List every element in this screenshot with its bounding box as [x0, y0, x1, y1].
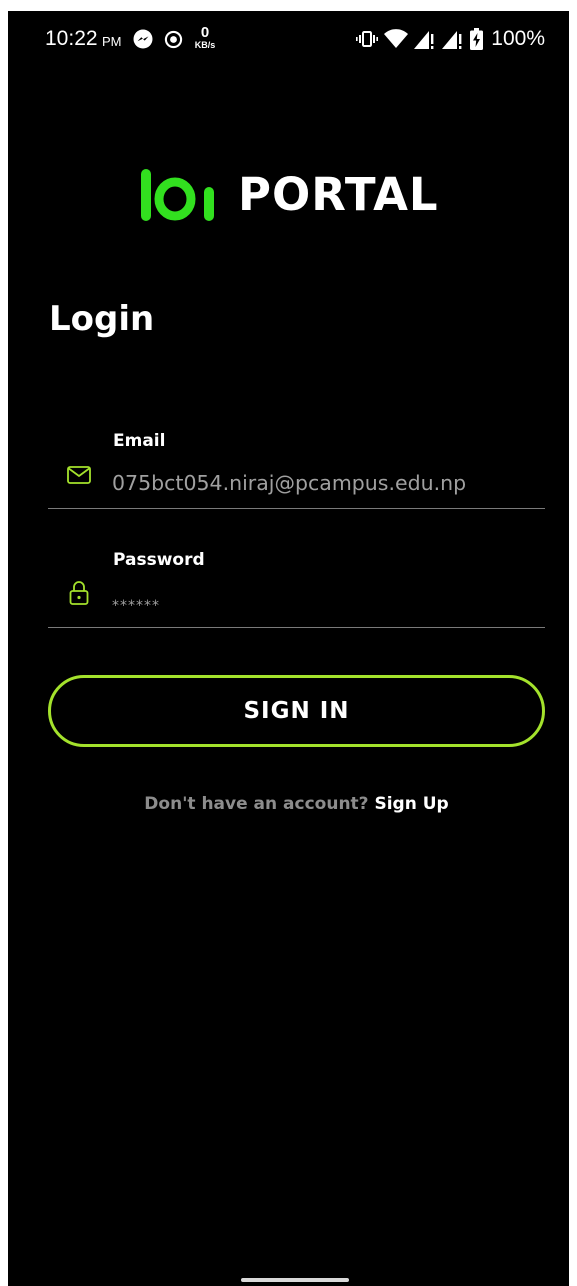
password-field: Password — [48, 543, 545, 628]
wifi-icon — [384, 29, 409, 48]
mail-icon — [67, 466, 91, 484]
battery-charging-icon — [470, 28, 484, 50]
login-screen: 10:22 PM 0 KB/s 100% PORTAL Login Email … — [8, 11, 569, 1286]
sign-in-button[interactable]: SIGN IN — [48, 675, 545, 747]
password-input[interactable] — [112, 595, 537, 617]
password-label: Password — [113, 550, 205, 570]
home-indicator[interactable] — [241, 1278, 349, 1282]
lock-icon — [69, 581, 89, 605]
signal-icon — [442, 31, 462, 49]
network-speed-unit: KB/s — [194, 40, 216, 50]
portal-logo: PORTAL — [141, 169, 439, 221]
email-input[interactable] — [112, 468, 537, 498]
sign-up-link[interactable]: Sign Up — [374, 794, 448, 814]
signup-prompt: Don't have an account? — [144, 794, 375, 814]
battery-percent: 100% — [491, 27, 545, 50]
status-time: 10:22 — [45, 27, 98, 50]
email-label: Email — [113, 431, 166, 451]
portal-logo-text: PORTAL — [238, 168, 439, 221]
signal-icon — [414, 31, 434, 49]
status-right: 100% — [356, 26, 545, 52]
network-speed: 0 KB/s — [192, 25, 218, 50]
messenger-icon — [133, 29, 153, 49]
email-field: Email — [48, 424, 545, 509]
signup-row: Don't have an account? Sign Up — [8, 794, 569, 814]
status-ampm: PM — [102, 34, 122, 49]
portal-logo-mark — [141, 169, 214, 221]
network-speed-value: 0 — [200, 24, 210, 41]
status-bar: 10:22 PM 0 KB/s 100% — [8, 11, 569, 69]
page-title: Login — [49, 299, 155, 339]
vibrate-icon — [356, 31, 379, 47]
record-icon — [164, 30, 183, 49]
